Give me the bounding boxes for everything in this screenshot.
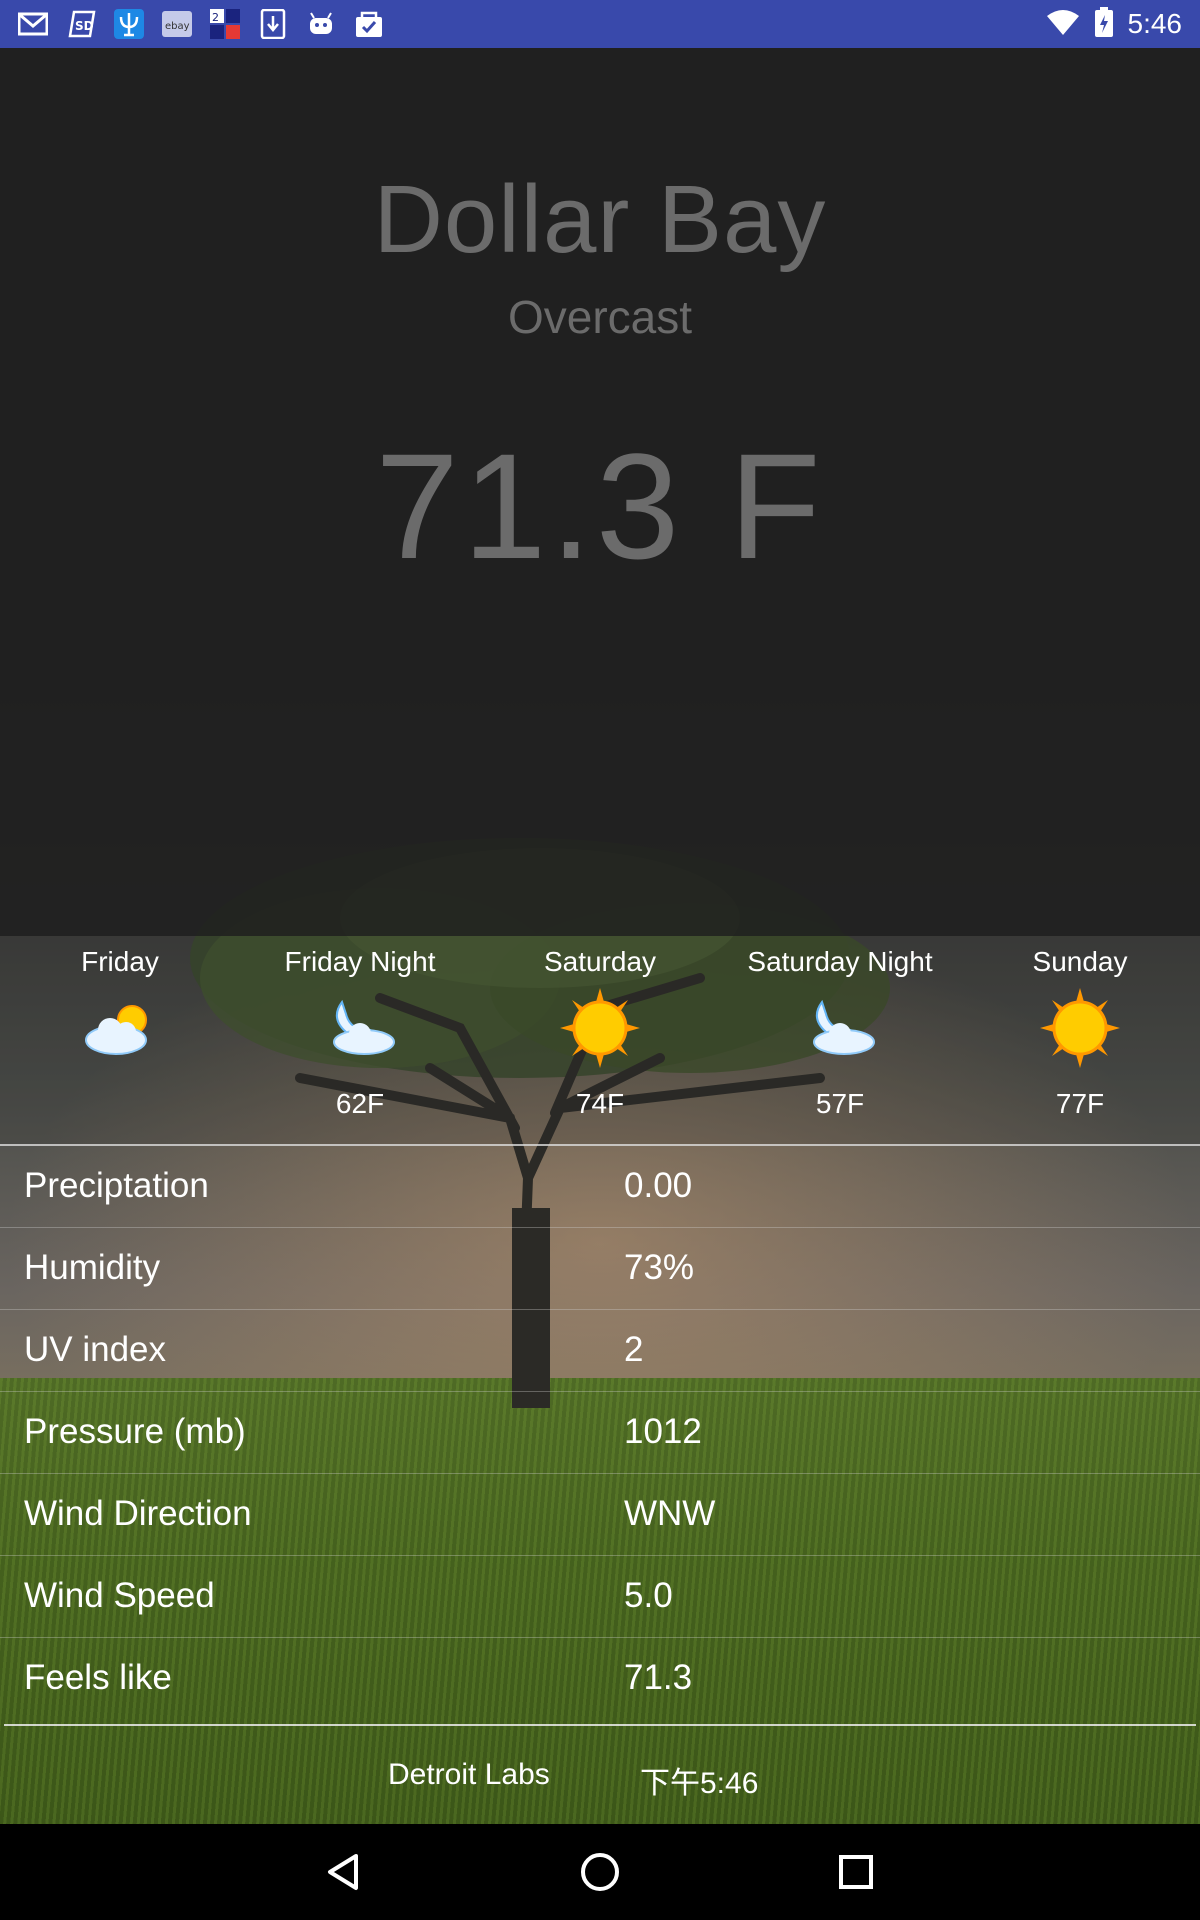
forecast-item[interactable]: Friday (0, 936, 240, 1144)
detail-value: 0.00 (624, 1166, 693, 1205)
home-icon (581, 1853, 619, 1891)
forecast-temp: 62F (335, 1088, 385, 1119)
forecast-day: Friday Night (284, 946, 436, 977)
trident-app-icon (114, 9, 144, 39)
forecast-item[interactable]: Friday Night 62F (240, 936, 480, 1144)
back-icon (328, 1854, 358, 1890)
detail-label: Preciptation (24, 1166, 209, 1205)
sun-icon (560, 988, 640, 1068)
forecast-day: Sunday (1032, 946, 1128, 977)
current-temperature: 71.3 F (375, 422, 825, 590)
detail-row-precipitation: Preciptation 0.00 (0, 1146, 1200, 1228)
detail-label: Humidity (24, 1248, 161, 1287)
detail-value: 73% (624, 1248, 695, 1287)
status-bar: SD ebay 2 5:46 (0, 0, 1200, 48)
svg-text:ebay: ebay (165, 21, 190, 32)
wifi-icon (1046, 8, 1080, 41)
forecast-temp: 74F (575, 1088, 625, 1119)
battery-icon (1094, 6, 1114, 42)
download-icon (258, 9, 288, 39)
recents-icon (839, 1855, 873, 1889)
detail-value: 2 (624, 1330, 644, 1369)
cloudy-night-icon (333, 999, 395, 1055)
detail-value: WNW (624, 1494, 716, 1533)
recents-button[interactable] (826, 1842, 886, 1902)
svg-text:2: 2 (212, 11, 219, 24)
detail-value: 5.0 (624, 1576, 673, 1615)
cloudy-night-icon (813, 999, 875, 1055)
provider-credit: Detroit Labs (388, 1758, 550, 1791)
partly-cloudy-icon (85, 1005, 147, 1055)
detail-row-humidity: Humidity 73% (0, 1228, 1200, 1310)
detail-value: 1012 (624, 1412, 702, 1451)
detail-value: 71.3 (624, 1658, 693, 1697)
forecast-item[interactable]: Sunday 77F (960, 936, 1200, 1144)
city-name: Dollar Bay (373, 166, 827, 273)
status-time: 5:46 (1127, 8, 1183, 39)
forecast-day: Saturday Night (747, 946, 933, 977)
forecast-item[interactable]: Saturday 74F (480, 936, 720, 1144)
last-updated-time: 下午5:46 (640, 1767, 759, 1800)
sd-card-icon: SD (66, 9, 96, 39)
detail-row-wind-speed: Wind Speed 5.0 (0, 1556, 1200, 1638)
clipboard-check-icon (354, 9, 384, 39)
forecast-strip: Friday Friday Night 62F Saturday 74F Sat… (0, 936, 1200, 1146)
detail-label: Wind Speed (24, 1576, 215, 1615)
home-button[interactable] (570, 1842, 630, 1902)
detail-row-pressure: Pressure (mb) 1012 (0, 1392, 1200, 1474)
details-list: Preciptation 0.00 Humidity 73% UV index … (0, 1146, 1200, 1719)
detail-row-uv-index: UV index 2 (0, 1310, 1200, 1392)
detail-label: Feels like (24, 1658, 172, 1697)
forecast-day: Saturday (543, 946, 657, 977)
forecast-temp: 57F (815, 1088, 865, 1119)
sun-icon (1040, 988, 1120, 1068)
detail-label: UV index (24, 1330, 167, 1369)
detail-label: Wind Direction (24, 1494, 252, 1533)
gmail-icon (18, 9, 48, 39)
current-condition: Overcast (507, 291, 693, 343)
detail-row-wind-direction: Wind Direction WNW (0, 1474, 1200, 1556)
detail-label: Pressure (mb) (24, 1412, 246, 1451)
ebay-icon: ebay (162, 9, 192, 39)
back-button[interactable] (314, 1842, 374, 1902)
svg-text:SD: SD (75, 19, 94, 33)
footer-divider (4, 1724, 1196, 1726)
android-icon (306, 9, 336, 39)
multi-app-icon: 2 (210, 9, 240, 39)
navigation-bar (0, 1824, 1200, 1920)
detail-row-feels-like: Feels like 71.3 (0, 1638, 1200, 1719)
forecast-item[interactable]: Saturday Night 57F (720, 936, 960, 1144)
forecast-temp: 77F (1055, 1088, 1105, 1119)
forecast-day: Friday (81, 946, 159, 977)
